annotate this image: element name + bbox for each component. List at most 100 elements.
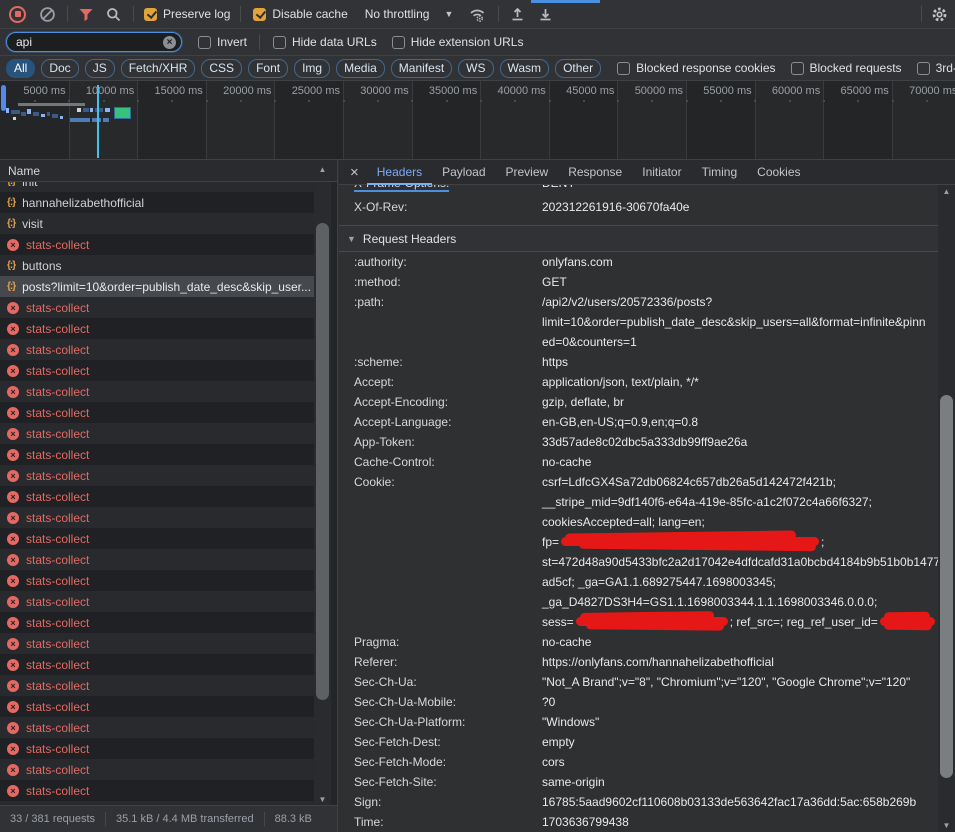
filter-pill-css[interactable]: CSS (201, 59, 242, 78)
status-bar: 33 / 381 requests 35.1 kB / 4.4 MB trans… (0, 805, 338, 832)
request-row[interactable]: ×stats-collect (0, 717, 314, 738)
request-row[interactable]: ×stats-collect (0, 759, 314, 780)
close-details-icon[interactable]: × (350, 160, 359, 185)
import-har-icon[interactable] (510, 6, 525, 22)
tab-payload[interactable]: Payload (432, 160, 495, 185)
disable-cache-checkbox[interactable] (253, 8, 266, 21)
filter-pill-other[interactable]: Other (555, 59, 601, 78)
filter-pill-doc[interactable]: Doc (41, 59, 78, 78)
request-row[interactable]: ×stats-collect (0, 696, 314, 717)
third-party-requests-checkbox[interactable] (917, 62, 930, 75)
request-row[interactable]: ×stats-collect (0, 360, 314, 381)
request-row[interactable]: {:}hannahelizabethofficial (0, 192, 314, 213)
filter-pill-img[interactable]: Img (294, 59, 330, 78)
filter-pill-js[interactable]: JS (85, 59, 115, 78)
header-name: X-Frame-Options: (354, 185, 542, 193)
request-row[interactable]: {:}posts?limit=10&order=publish_date_des… (0, 276, 314, 297)
filter-icon[interactable] (78, 7, 94, 22)
header-value-line: application/json, text/plain, */* (542, 372, 938, 392)
search-icon[interactable] (106, 7, 121, 22)
preserve-log-checkbox[interactable] (144, 8, 157, 21)
filter-pill-all[interactable]: All (6, 59, 35, 78)
clear-button[interactable] (39, 6, 56, 23)
scroll-down-icon[interactable]: ▼ (938, 821, 955, 830)
timeline-gridline (755, 81, 756, 159)
filter-pill-font[interactable]: Font (248, 59, 288, 78)
request-row[interactable]: ×stats-collect (0, 591, 314, 612)
timeline-gridline (617, 81, 618, 159)
request-row[interactable]: ×stats-collect (0, 507, 314, 528)
filter-pill-manifest[interactable]: Manifest (391, 59, 452, 78)
request-details-panel: × HeadersPayloadPreviewResponseInitiator… (339, 160, 955, 832)
scroll-up-icon[interactable]: ▲ (314, 165, 331, 174)
request-row[interactable]: ×stats-collect (0, 549, 314, 570)
scroll-down-icon[interactable]: ▼ (314, 795, 331, 804)
header-value: same-origin (542, 772, 938, 792)
header-row: Sec-Fetch-Mode:cors (339, 752, 938, 772)
request-row[interactable]: ×stats-collect (0, 633, 314, 654)
overview-window-handle[interactable] (1, 85, 6, 111)
request-row[interactable]: ×stats-collect (0, 318, 314, 339)
request-row[interactable]: ×stats-collect (0, 402, 314, 423)
blocked-response-cookies-checkbox[interactable] (617, 62, 630, 75)
tab-response[interactable]: Response (558, 160, 632, 185)
request-row[interactable]: ×stats-collect (0, 339, 314, 360)
settings-gear-icon[interactable] (931, 6, 948, 23)
request-row[interactable]: {:}visit (0, 213, 314, 234)
request-row[interactable]: ×stats-collect (0, 675, 314, 696)
tab-cookies[interactable]: Cookies (747, 160, 810, 185)
value-text: sess= (542, 615, 574, 629)
request-row[interactable]: ×stats-collect (0, 612, 314, 633)
details-scrollbar[interactable]: ▲ ▼ (938, 185, 955, 832)
invert-checkbox[interactable] (198, 36, 211, 49)
tab-timing[interactable]: Timing (692, 160, 748, 185)
request-row[interactable]: ×stats-collect (0, 444, 314, 465)
request-row[interactable]: ×stats-collect (0, 381, 314, 402)
throttling-select[interactable]: No throttling (365, 7, 430, 21)
request-row[interactable]: ×stats-collect (0, 780, 314, 801)
request-row[interactable]: {:}buttons (0, 255, 314, 276)
scrollbar-thumb[interactable] (316, 223, 329, 700)
tab-initiator[interactable]: Initiator (632, 160, 691, 185)
clear-filter-icon[interactable]: × (163, 36, 176, 49)
scroll-up-icon[interactable]: ▲ (938, 187, 955, 196)
header-row: Accept-Encoding:gzip, deflate, br (339, 392, 938, 412)
export-har-icon[interactable] (538, 6, 553, 22)
json-request-icon: {:} (7, 218, 15, 229)
tab-preview[interactable]: Preview (496, 160, 559, 185)
request-row[interactable]: ×stats-collect (0, 423, 314, 444)
blocked-requests-checkbox[interactable] (791, 62, 804, 75)
filter-pill-ws[interactable]: WS (458, 59, 493, 78)
request-row[interactable]: ×stats-collect (0, 486, 314, 507)
filter-pill-fetch-xhr[interactable]: Fetch/XHR (121, 59, 196, 78)
request-row[interactable]: ×stats-collect (0, 465, 314, 486)
header-value: en-GB,en-US;q=0.9,en;q=0.8 (542, 412, 938, 432)
request-failed-icon: × (7, 743, 19, 755)
filter-input[interactable]: api × (6, 32, 182, 52)
request-row[interactable]: ×stats-collect (0, 654, 314, 675)
request-row[interactable]: ×stats-collect (0, 234, 314, 255)
request-row[interactable]: {:}init (0, 182, 314, 192)
filter-pill-media[interactable]: Media (336, 59, 385, 78)
filter-pill-wasm[interactable]: Wasm (500, 59, 550, 78)
hide-data-urls-checkbox[interactable] (273, 36, 286, 49)
name-column-header[interactable]: Name (0, 160, 337, 182)
request-list-scrollbar[interactable]: ▲ ▼ (314, 182, 331, 805)
throttling-dropdown-caret[interactable]: ▼ (444, 9, 453, 19)
header-value-line: st=472d48a90d5433bfc2a2d17042e4dfdcafd31… (542, 552, 938, 572)
header-name: :path: (354, 292, 542, 352)
request-row[interactable]: ×stats-collect (0, 570, 314, 591)
tab-headers[interactable]: Headers (367, 160, 432, 185)
value-text: ad5cf; _ga=GA1.1.689275447.1698003345; (542, 575, 776, 589)
request-row[interactable]: ×stats-collect (0, 738, 314, 759)
network-conditions-icon[interactable] (468, 6, 487, 23)
request-headers-section-header[interactable]: ▼Request Headers (339, 225, 938, 252)
request-row[interactable]: ×stats-collect (0, 297, 314, 318)
json-request-icon: {:} (7, 281, 15, 292)
request-row[interactable]: ×stats-collect (0, 528, 314, 549)
hide-extension-urls-checkbox[interactable] (392, 36, 405, 49)
scrollbar-thumb[interactable] (940, 395, 953, 778)
record-button[interactable] (9, 6, 26, 23)
network-overview-timeline[interactable]: 5000 ms10000 ms15000 ms20000 ms25000 ms3… (0, 81, 955, 160)
header-name: Sec-Fetch-Dest: (354, 732, 542, 752)
